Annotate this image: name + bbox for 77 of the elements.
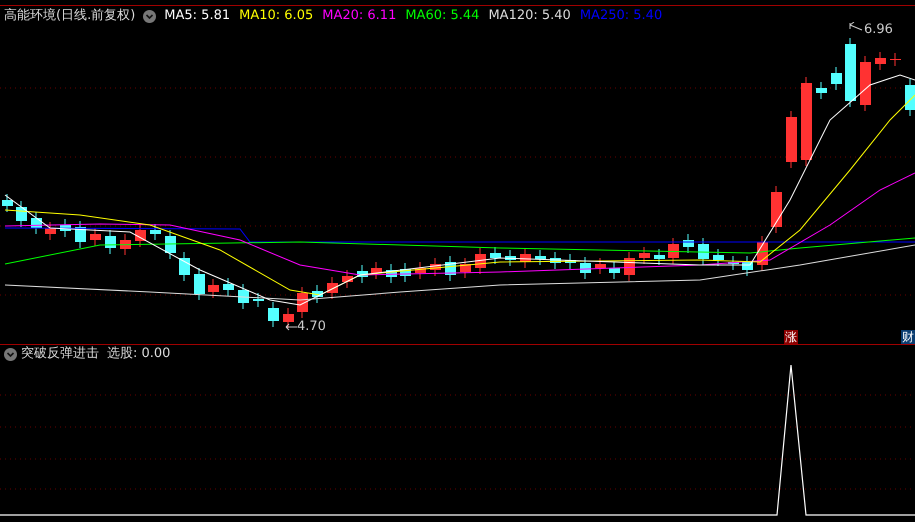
candlestick [786,110,797,168]
candlestick [505,250,516,266]
candlestick [860,56,871,112]
candlestick [297,286,308,318]
candlestick [342,270,353,288]
candlestick [16,200,27,228]
candlestick [2,194,13,212]
candlestick [654,248,665,266]
indicator-title: 突破反弹进击 [21,346,99,362]
candlestick [445,256,456,282]
candlestick [120,234,131,256]
chart-title: 高能环境(日线.前复权) [4,8,136,24]
candlestick [238,284,249,310]
moving-average-value: MA250: 5.40 [580,8,662,24]
candlestick [905,78,915,116]
moving-average-value: MA10: 6.05 [239,8,314,24]
candlestick [490,246,501,264]
candlestick [386,264,397,284]
high-price-label: 6.96 [864,22,893,38]
candlestick [520,248,531,268]
candlestick [31,212,42,234]
candlestick [179,252,190,282]
candlestick [150,224,161,240]
candlestick [609,262,620,280]
candlestick [890,52,901,66]
moving-average-value: MA5: 5.81 [164,8,230,24]
candlestick [875,52,886,70]
candlestick [831,66,842,90]
candlestick [105,230,116,254]
candlestick [816,82,827,100]
candlestick [90,228,101,246]
candlestick [698,238,709,266]
candlestick [253,292,264,308]
candlestick [565,254,576,270]
candlestick [400,262,411,282]
candlestick [475,248,486,274]
low-price-label: 4.70 [297,319,326,335]
rise-badge[interactable]: 涨 [784,330,798,344]
moving-average-value: MA20: 6.11 [322,8,396,24]
indicator-reading: 选股: 0.00 [107,346,170,362]
candlestick [208,278,219,298]
candlestick [135,224,146,248]
candlestick [742,256,753,276]
candlestick [668,238,679,264]
candlestick [639,246,650,264]
candlestick [371,262,382,280]
candlestick [713,248,724,266]
candlestick [268,302,279,328]
candlestick [283,308,294,328]
moving-average-value: MA60: 5.44 [405,8,480,24]
candlestick [194,268,205,300]
candlestick [535,250,546,266]
candlestick [75,220,86,248]
candlestick [460,258,471,278]
candlestick [312,284,323,304]
candlestick [550,252,561,270]
candlestick [728,256,739,270]
candlestick [45,222,56,240]
candlestick [327,276,338,300]
candlestick [683,234,694,254]
arrow-icon [285,322,297,332]
candlestick [771,186,782,234]
candlestick [415,262,426,280]
candlestick [624,252,635,282]
candlestick [165,230,176,260]
finance-badge[interactable]: 财 [901,330,915,344]
candlestick [580,256,591,280]
candlestick [60,218,71,238]
candlestick [357,264,368,284]
candlestick [757,236,768,272]
candlestick [223,278,234,296]
candlestick [430,258,441,276]
candlestick [595,258,606,274]
candlestick [845,38,856,108]
moving-average-value: MA120: 5.40 [488,8,571,24]
dropdown-icon[interactable] [4,348,17,360]
dropdown-icon[interactable] [143,10,156,22]
